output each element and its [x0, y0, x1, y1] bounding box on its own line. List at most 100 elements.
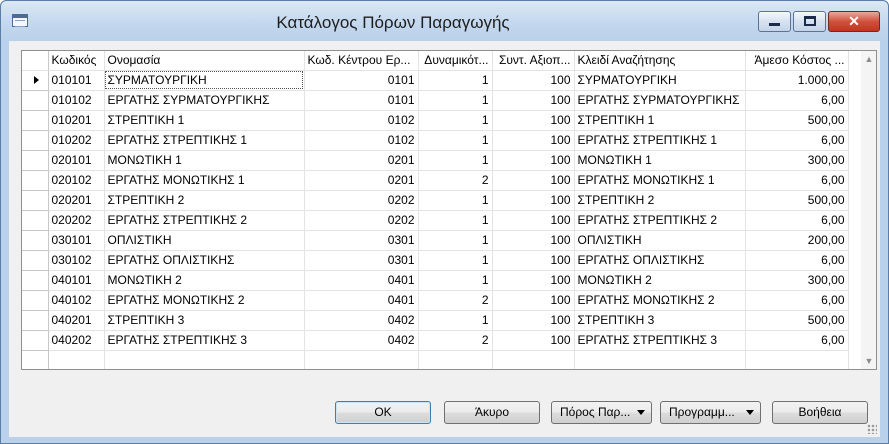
cell-search-key[interactable]: ΕΡΓΑΤΗΣ ΣΤΡΕΠΤΙΚΗΣ 2 [574, 210, 746, 231]
cell-name[interactable]: ΣΥΡΜΑΤΟΥΡΓΙΚΗ [104, 70, 305, 91]
cell-cost[interactable]: 300,00 [745, 150, 849, 171]
cell-center[interactable]: 0402 [304, 310, 419, 331]
cell-cost[interactable]: 6,00 [745, 250, 849, 271]
cell-search-key[interactable]: ΕΡΓΑΤΗΣ ΟΠΛΙΣΤΙΚΗΣ [574, 250, 746, 271]
cell-search-key[interactable]: ΜΟΝΩΤΙΚΗ 1 [574, 150, 746, 171]
column-header-factor[interactable]: Συντ. Αξιοπ... [492, 51, 575, 71]
cell-factor[interactable]: 100 [492, 90, 575, 111]
cell-name[interactable]: ΕΡΓΑΤΗΣ ΣΥΡΜΑΤΟΥΡΓΙΚΗΣ [104, 90, 305, 111]
cell-search-key[interactable]: ΣΤΡΕΠΤΙΚΗ 3 [574, 310, 746, 331]
cell-name[interactable]: ΣΤΡΕΠΤΙΚΗ 1 [104, 110, 305, 131]
cell-search-key[interactable]: ΟΠΛΙΣΤΙΚΗ [574, 230, 746, 251]
cell-name[interactable]: ΕΡΓΑΤΗΣ ΣΤΡΕΠΤΙΚΗΣ 1 [104, 130, 305, 151]
cell-code[interactable]: 010202 [48, 130, 105, 151]
cell-code[interactable]: 030102 [48, 250, 105, 271]
row-selector[interactable] [22, 270, 49, 291]
cell-center[interactable]: 0102 [304, 110, 419, 131]
maximize-button[interactable] [793, 11, 826, 32]
cell-factor[interactable]: 100 [492, 70, 575, 91]
cell-code[interactable]: 030101 [48, 230, 105, 251]
row-selector[interactable] [22, 90, 49, 111]
cell-code[interactable]: 020102 [48, 170, 105, 191]
row-selector[interactable] [22, 330, 49, 351]
cell-capacity[interactable]: 1 [418, 150, 493, 171]
table-row[interactable]: 020201 ΣΤΡΕΠΤΙΚΗ 2 0202 1 100 ΣΤΡΕΠΤΙΚΗ 2 500,… [22, 190, 849, 211]
scroll-down-icon[interactable]: ▼ [861, 353, 876, 369]
cell-code[interactable]: 040202 [48, 330, 105, 351]
column-header-cost[interactable]: Άμεσο Κόστος ... [745, 51, 849, 71]
table-row[interactable]: 040102 ΕΡΓΑΤΗΣ ΜΟΝΩΤΙΚΗΣ 2 0401 2 100 ΕΡΓΑΤΗΣ… [22, 290, 849, 311]
column-header-code[interactable]: Κωδικός [48, 51, 105, 71]
cell-name[interactable]: ΕΡΓΑΤΗΣ ΜΟΝΩΤΙΚΗΣ 2 [104, 290, 305, 311]
cell-cost[interactable]: 6,00 [745, 330, 849, 351]
cell-cost[interactable]: 6,00 [745, 170, 849, 191]
cell-code[interactable]: 010201 [48, 110, 105, 131]
cell-cost[interactable]: 500,00 [745, 190, 849, 211]
table-row[interactable]: 010101 ΣΥΡΜΑΤΟΥΡΓΙΚΗ 0101 1 100 ΣΥΡΜΑΤΟΥΡΓΙΚΗ… [22, 70, 849, 91]
cell-center[interactable]: 0301 [304, 250, 419, 271]
cell-factor[interactable] [492, 350, 575, 369]
cell-capacity[interactable]: 2 [418, 170, 493, 191]
close-button[interactable]: ✕ [828, 11, 880, 32]
cell-capacity[interactable]: 1 [418, 270, 493, 291]
cell-code[interactable]: 020201 [48, 190, 105, 211]
row-selector[interactable] [22, 230, 49, 251]
row-selector[interactable] [22, 310, 49, 331]
cell-factor[interactable]: 100 [492, 110, 575, 131]
table-row[interactable]: 010202 ΕΡΓΑΤΗΣ ΣΤΡΕΠΤΙΚΗΣ 1 0102 1 100 ΕΡΓΑΤΗ… [22, 130, 849, 151]
table-row[interactable]: 020102 ΕΡΓΑΤΗΣ ΜΟΝΩΤΙΚΗΣ 1 0201 2 100 ΕΡΓΑΤΗΣ… [22, 170, 849, 191]
cell-cost[interactable]: 1.000,00 [745, 70, 849, 91]
cell-capacity[interactable]: 1 [418, 130, 493, 151]
cell-search-key[interactable]: ΕΡΓΑΤΗΣ ΣΥΡΜΑΤΟΥΡΓΙΚΗΣ [574, 90, 746, 111]
cell-center[interactable]: 0201 [304, 150, 419, 171]
table-row[interactable]: 030102 ΕΡΓΑΤΗΣ ΟΠΛΙΣΤΙΚΗΣ 0301 1 100 ΕΡΓΑΤΗΣ … [22, 250, 849, 271]
cell-capacity[interactable] [418, 350, 493, 369]
cell-code[interactable]: 040102 [48, 290, 105, 311]
help-button[interactable]: Βοήθεια [772, 401, 868, 424]
cell-search-key[interactable]: ΣΤΡΕΠΤΙΚΗ 1 [574, 110, 746, 131]
minimize-button[interactable] [758, 11, 791, 32]
cell-center[interactable]: 0202 [304, 210, 419, 231]
row-selector[interactable] [22, 190, 49, 211]
cell-name[interactable]: ΕΡΓΑΤΗΣ ΣΤΡΕΠΤΙΚΗΣ 2 [104, 210, 305, 231]
cell-factor[interactable]: 100 [492, 130, 575, 151]
cell-search-key[interactable]: ΕΡΓΑΤΗΣ ΜΟΝΩΤΙΚΗΣ 1 [574, 170, 746, 191]
cell-cost[interactable] [745, 350, 849, 369]
cell-name[interactable]: ΜΟΝΩΤΙΚΗ 1 [104, 150, 305, 171]
cell-capacity[interactable]: 1 [418, 90, 493, 111]
cell-cost[interactable]: 6,00 [745, 130, 849, 151]
cell-search-key[interactable]: ΣΥΡΜΑΤΟΥΡΓΙΚΗ [574, 70, 746, 91]
column-header-name[interactable]: Ονομασία [104, 51, 305, 71]
cell-name[interactable]: ΕΡΓΑΤΗΣ ΣΤΡΕΠΤΙΚΗΣ 3 [104, 330, 305, 351]
title-bar[interactable]: Κατάλογος Πόρων Παραγωγής ✕ [1, 1, 888, 41]
cell-capacity[interactable]: 2 [418, 330, 493, 351]
cell-search-key[interactable]: ΕΡΓΑΤΗΣ ΣΤΡΕΠΤΙΚΗΣ 3 [574, 330, 746, 351]
row-selector[interactable] [22, 210, 49, 231]
cell-center[interactable]: 0101 [304, 90, 419, 111]
row-selector[interactable] [22, 150, 49, 171]
resize-grip-icon[interactable] [867, 424, 877, 434]
cell-factor[interactable]: 100 [492, 270, 575, 291]
cell-factor[interactable]: 100 [492, 190, 575, 211]
table-row[interactable]: 040101 ΜΟΝΩΤΙΚΗ 2 0401 1 100 ΜΟΝΩΤΙΚΗ 2 300,00 [22, 270, 849, 291]
cell-capacity[interactable]: 1 [418, 210, 493, 231]
cell-capacity[interactable]: 1 [418, 230, 493, 251]
cell-code[interactable] [48, 350, 105, 369]
cell-name[interactable]: ΟΠΛΙΣΤΙΚΗ [104, 230, 305, 251]
row-selector[interactable] [22, 130, 49, 151]
cell-cost[interactable]: 500,00 [745, 310, 849, 331]
table-row[interactable]: 020101 ΜΟΝΩΤΙΚΗ 1 0201 1 100 ΜΟΝΩΤΙΚΗ 1 300,00 [22, 150, 849, 171]
table-row[interactable]: 030101 ΟΠΛΙΣΤΙΚΗ 0301 1 100 ΟΠΛΙΣΤΙΚΗ 200,00 [22, 230, 849, 251]
cell-center[interactable]: 0401 [304, 290, 419, 311]
cell-center[interactable]: 0201 [304, 170, 419, 191]
cell-center[interactable]: 0402 [304, 330, 419, 351]
cell-center[interactable]: 0102 [304, 130, 419, 151]
cell-factor[interactable]: 100 [492, 210, 575, 231]
cell-capacity[interactable]: 2 [418, 290, 493, 311]
cell-name[interactable]: ΣΤΡΕΠΤΙΚΗ 2 [104, 190, 305, 211]
cell-center[interactable]: 0301 [304, 230, 419, 251]
resource-menu-button[interactable]: Πόρος Παρ... [551, 401, 652, 424]
table-row[interactable]: 040201 ΣΤΡΕΠΤΙΚΗ 3 0402 1 100 ΣΤΡΕΠΤΙΚΗ 3 500,… [22, 310, 849, 331]
column-header-search-key[interactable]: Κλειδί Αναζήτησης [574, 51, 746, 71]
cell-center[interactable]: 0401 [304, 270, 419, 291]
